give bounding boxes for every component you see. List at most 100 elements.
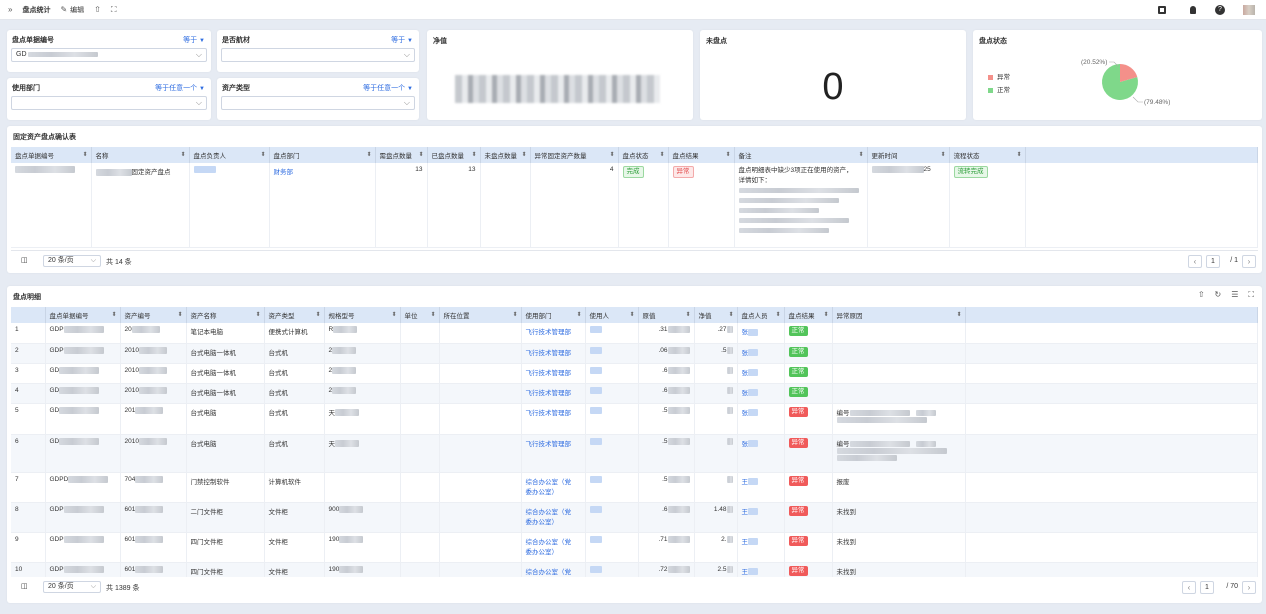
sort-icon[interactable]: ⬍ <box>823 311 828 318</box>
share-icon[interactable]: ⇧ <box>94 5 101 14</box>
layout-icon[interactable] <box>1158 6 1166 14</box>
sort-icon[interactable]: ⬍ <box>111 311 116 318</box>
table-row[interactable]: 8 GDP 601 二门文件柜 文件柜 900 综合办公室（党 委办公室） .6 1.48 王异常 未… <box>11 502 1258 533</box>
table-row[interactable]: 6 GD 2010 台式电脑 台式机 天 飞行技术管理部 .5 张异常 编号 <box>11 434 1258 473</box>
column-header[interactable]: 盘点负责人 ⬍ <box>189 147 270 163</box>
column-header[interactable]: 盘点单据编号 ⬍ <box>11 147 92 163</box>
column-header[interactable]: 净值 ⬍ <box>694 307 738 323</box>
edit-button[interactable]: ✎ 编辑 <box>60 5 84 15</box>
cell-dept[interactable]: 综合办公室（党委办公室） <box>521 472 586 503</box>
column-header[interactable]: 使用人 ⬍ <box>585 307 639 323</box>
sort-icon[interactable]: ⬍ <box>418 151 423 158</box>
column-header[interactable]: 盘点部门 ⬍ <box>269 147 376 163</box>
sort-icon[interactable]: ⬍ <box>576 311 581 318</box>
next-page-button[interactable]: › <box>1242 581 1256 594</box>
sort-icon[interactable]: ⬍ <box>609 151 614 158</box>
columns-icon[interactable]: ◫ <box>21 256 28 264</box>
sort-icon[interactable]: ⬍ <box>471 151 476 158</box>
sort-icon[interactable]: ⬍ <box>430 311 435 318</box>
sort-icon[interactable]: ⬍ <box>659 151 664 158</box>
help-icon[interactable]: ? <box>1215 5 1225 15</box>
cell-dept[interactable]: 综合办公室（党委办公室） <box>521 502 586 533</box>
table-row[interactable]: 2 GDP 2010 台式电脑一体机 台式机 2 飞行技术管理部 .06 .5 张正常 <box>11 343 1258 364</box>
filter-icon[interactable]: ☰ <box>1231 290 1238 300</box>
sort-icon[interactable]: ⬍ <box>255 311 260 318</box>
filter-operator[interactable]: 等于 ▼ <box>391 35 413 45</box>
page-size-select[interactable]: 20 条/页 ⌵ <box>43 581 101 593</box>
column-header[interactable]: 异常原因 ⬍ <box>832 307 966 323</box>
table-row[interactable]: 4 GD 2010 台式电脑一体机 台式机 2 飞行技术管理部 .6 张正常 <box>11 383 1258 404</box>
column-header[interactable]: 已盘点数量 ⬍ <box>427 147 481 163</box>
avatar[interactable] <box>1243 5 1255 15</box>
fullscreen-icon[interactable]: ⛶ <box>1248 290 1254 300</box>
sort-icon[interactable]: ⬍ <box>366 151 371 158</box>
asset-type-select[interactable]: ⌵ <box>221 96 415 110</box>
sort-icon[interactable]: ⬍ <box>940 151 945 158</box>
doc-no-select[interactable]: GD ⌵ <box>11 48 207 62</box>
cell-dept[interactable]: 财务部 <box>269 163 376 248</box>
cell-dept[interactable]: 飞行技术管理部 <box>521 343 586 364</box>
sort-icon[interactable]: ⬍ <box>725 151 730 158</box>
sort-icon[interactable]: ⬍ <box>521 151 526 158</box>
filter-operator[interactable]: 等于任意一个 ▼ <box>363 83 413 93</box>
column-header[interactable]: 盘点状态 ⬍ <box>618 147 669 163</box>
column-header[interactable]: 盘点结果 ⬍ <box>784 307 833 323</box>
column-header[interactable]: 更新时间 ⬍ <box>867 147 950 163</box>
sort-icon[interactable]: ⬍ <box>177 311 182 318</box>
table-row[interactable]: 9 GDP 601 四门文件柜 文件柜 190 综合办公室（党 委办公室） .71 2. 王异常 未找… <box>11 532 1258 563</box>
column-header[interactable]: 所在位置 ⬍ <box>439 307 522 323</box>
dept-select[interactable]: ⌵ <box>11 96 207 110</box>
column-header[interactable]: 名称 ⬍ <box>91 147 190 163</box>
filter-operator[interactable]: 等于 ▼ <box>183 35 205 45</box>
table-row[interactable]: 5 GD 201 台式电脑 台式机 天 飞行技术管理部 .5 张异常 编号 <box>11 403 1258 435</box>
column-header[interactable]: 资产名称 ⬍ <box>186 307 265 323</box>
table-row[interactable]: 7 GDPD 704 门禁控制软件 计算机软件 综合办公室（党 委办公室） .5 王异常 报废 <box>11 472 1258 503</box>
column-header[interactable]: 异常固定资产数量 ⬍ <box>530 147 619 163</box>
column-header[interactable]: 规格型号 ⬍ <box>324 307 401 323</box>
sort-icon[interactable]: ⬍ <box>180 151 185 158</box>
column-header[interactable]: 盘点结果 ⬍ <box>668 147 735 163</box>
sort-icon[interactable]: ⬍ <box>775 311 780 318</box>
column-header[interactable]: 盘点单据编号 ⬍ <box>45 307 121 323</box>
page-size-select[interactable]: 20 条/页 ⌵ <box>43 255 101 267</box>
column-header[interactable]: 盘点人员 ⬍ <box>737 307 785 323</box>
column-header[interactable]: 需盘点数量 ⬍ <box>375 147 428 163</box>
sort-icon[interactable]: ⬍ <box>260 151 265 158</box>
cell-dept[interactable]: 飞行技术管理部 <box>521 434 586 473</box>
table-row[interactable]: 10 GDP 601 四门文件柜 文件柜 190 综合办公室（党委办公室） .72 2.5 王异常… <box>11 562 1258 577</box>
prev-page-button[interactable]: ‹ <box>1182 581 1196 594</box>
columns-icon[interactable]: ◫ <box>21 582 28 590</box>
column-header[interactable]: 单位 ⬍ <box>400 307 440 323</box>
sort-icon[interactable]: ⬍ <box>82 151 87 158</box>
column-header[interactable]: 资产编号 ⬍ <box>120 307 187 323</box>
aviation-select[interactable]: ⌵ <box>221 48 415 62</box>
sort-icon[interactable]: ⬍ <box>728 311 733 318</box>
cell-dept[interactable]: 飞行技术管理部 <box>521 323 586 344</box>
filter-operator[interactable]: 等于任意一个 ▼ <box>155 83 205 93</box>
cell-dept[interactable]: 综合办公室（党委办公室） <box>521 562 586 577</box>
fullscreen-icon[interactable]: ⛶ <box>111 5 117 15</box>
sort-icon[interactable]: ⬍ <box>685 311 690 318</box>
sort-icon[interactable]: ⬍ <box>315 311 320 318</box>
export-icon[interactable]: ⇧ <box>1198 290 1205 300</box>
refresh-icon[interactable]: ↻ <box>1215 290 1222 300</box>
sort-icon[interactable]: ⬍ <box>391 311 396 318</box>
expand-icon[interactable]: » <box>8 5 12 14</box>
current-page[interactable]: 1 <box>1200 581 1214 594</box>
column-header[interactable]: 使用部门 ⬍ <box>521 307 586 323</box>
sort-icon[interactable]: ⬍ <box>956 311 961 318</box>
cell-dept[interactable]: 飞行技术管理部 <box>521 363 586 384</box>
column-header[interactable]: 流程状态 ⬍ <box>949 147 1026 163</box>
sort-icon[interactable]: ⬍ <box>512 311 517 318</box>
column-header[interactable]: 备注 ⬍ <box>734 147 868 163</box>
table-row[interactable]: 1 GDP 20 笔记本电脑 便携式计算机 R 飞行技术管理部 .31 .27 张正常 <box>11 323 1258 344</box>
current-page[interactable]: 1 <box>1206 255 1220 268</box>
table-row[interactable]: 3 GD 2010 台式电脑一体机 台式机 2 飞行技术管理部 .6 张正常 <box>11 363 1258 384</box>
column-header[interactable]: 未盘点数量 ⬍ <box>480 147 531 163</box>
sort-icon[interactable]: ⬍ <box>858 151 863 158</box>
column-header[interactable]: 原值 ⬍ <box>638 307 695 323</box>
table-row[interactable]: 固定资产盘点 财务部 13 13 4 完成 异常 盘点明细表中缺少3项正在使用的… <box>11 163 1258 248</box>
cell-dept[interactable]: 飞行技术管理部 <box>521 403 586 435</box>
column-header[interactable]: 资产类型 ⬍ <box>264 307 325 323</box>
prev-page-button[interactable]: ‹ <box>1188 255 1202 268</box>
